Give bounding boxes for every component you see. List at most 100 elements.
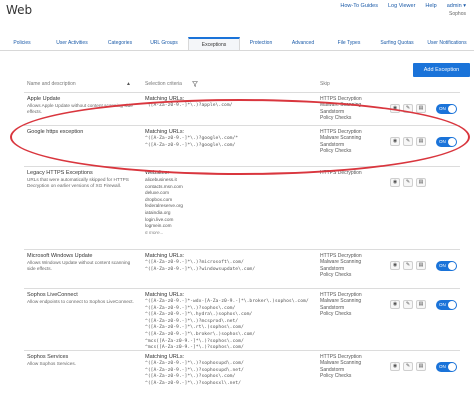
edit-icon[interactable]: ✎ xyxy=(403,104,413,113)
table-header: Name and description ▲ Selection criteri… xyxy=(0,80,474,90)
log-viewer-link[interactable]: Log Viewer xyxy=(388,3,415,9)
column-header-criteria: Selection criteria xyxy=(145,81,182,87)
criteria-list: ^([A-Za-z0-9.-]*\.)?apple\.com/ xyxy=(145,103,233,110)
enable-toggle[interactable]: ON xyxy=(436,104,457,114)
exception-description: Allow Sophos Services. xyxy=(27,361,76,366)
edit-icon[interactable]: ✎ xyxy=(403,178,413,187)
criteria-item: ^([A-Za-z0-9.-]*\.)?microsoft\.com/ xyxy=(145,260,244,265)
help-link[interactable]: Help xyxy=(425,3,436,9)
skip-item: Malware Scanning xyxy=(320,298,362,305)
delete-icon[interactable]: ▤ xyxy=(416,104,426,113)
view-icon[interactable]: ◉ xyxy=(390,362,400,371)
row-actions: ◉ ✎ ▤ xyxy=(390,178,426,187)
view-icon[interactable]: ◉ xyxy=(390,137,400,146)
criteria-heading: Matching URLs: xyxy=(145,96,185,102)
table-row: Google https exception Matching URLs: ^([A… xyxy=(24,125,460,166)
criteria-item: ^([A-Za-z0-9.-]*\.broker\.)sophos\.com/ xyxy=(145,331,256,337)
toggle-label: ON xyxy=(439,364,446,369)
exception-description: Allows Windows Update without content sc… xyxy=(27,260,131,271)
exception-name: Legacy HTTPS Exceptions xyxy=(27,170,93,176)
delete-icon[interactable]: ▤ xyxy=(416,137,426,146)
criteria-item: contacts.msn.com xyxy=(145,183,183,189)
criteria-item: ^([A-Za-z0-9.-]*\.rt\.)sophos\.com/ xyxy=(145,325,244,331)
tab-exceptions[interactable]: Exceptions xyxy=(188,37,240,50)
tab-user-activities[interactable]: User Activities xyxy=(44,37,100,50)
row-actions: ◉ ✎ ▤ xyxy=(390,300,426,309)
delete-icon[interactable]: ▤ xyxy=(416,362,426,371)
criteria-item: ^([A-Za-z0-9.-]*\.)?sophosxl\.net/ xyxy=(145,380,241,386)
skip-item: Policy Checks xyxy=(320,115,352,122)
skip-item: Policy Checks xyxy=(320,311,352,318)
skip-item: Malware Scanning xyxy=(320,360,362,367)
skip-list: HTTPS Decryption Malware Scanning Sandstor… xyxy=(320,129,362,155)
criteria-item: iataindia.org xyxy=(145,209,171,215)
edit-icon[interactable]: ✎ xyxy=(403,261,413,270)
delete-icon[interactable]: ▤ xyxy=(416,178,426,187)
exception-name: Microsoft Windows Update xyxy=(27,253,93,259)
skip-item: Malware Scanning xyxy=(320,102,362,109)
criteria-item: ^([A-Za-z0-9.-]*\.)?apple\.com/ xyxy=(145,103,233,108)
criteria-item: ^([A-Za-z0-9.-]*\.)?windowsupdate\.com/ xyxy=(145,266,256,272)
sort-arrow-icon[interactable]: ▲ xyxy=(126,81,131,87)
tab-policies[interactable]: Policies xyxy=(0,37,44,50)
tab-surfing-quotas[interactable]: Surfing Quotas xyxy=(374,37,420,50)
filter-icon[interactable] xyxy=(192,81,198,89)
view-icon[interactable]: ◉ xyxy=(390,300,400,309)
criteria-item: ^([A-Za-z0-9.-]*-wdx-[A-Za-z0-9.-]*\.bro… xyxy=(145,299,309,304)
skip-item: HTTPS Decryption xyxy=(320,170,362,176)
criteria-item: ^([A-Za-z0-9.-]*\.)?google\.com/ xyxy=(145,142,236,148)
row-actions: ◉ ✎ ▤ xyxy=(390,362,426,371)
tab-advanced[interactable]: Advanced xyxy=(282,37,324,50)
tab-protection[interactable]: Protection xyxy=(240,37,282,50)
delete-icon[interactable]: ▤ xyxy=(416,261,426,270)
toggle-label: ON xyxy=(439,106,446,111)
edit-icon[interactable]: ✎ xyxy=(403,362,413,371)
criteria-heading: Matching URLs: xyxy=(145,253,185,259)
tab-categories[interactable]: Categories xyxy=(100,37,140,50)
criteria-item: ^([A-Za-z0-9.-]*\.)?google\.com/* xyxy=(145,136,239,141)
top-links: How-To Guides Log Viewer Help admin ▾ xyxy=(340,3,466,9)
edit-icon[interactable]: ✎ xyxy=(403,137,413,146)
enable-toggle[interactable]: ON xyxy=(436,300,457,310)
table-row: Sophos LiveConnect Allow endpoints to con… xyxy=(24,288,460,350)
how-to-guides-link[interactable]: How-To Guides xyxy=(340,3,378,9)
view-icon[interactable]: ◉ xyxy=(390,104,400,113)
page-title: Web xyxy=(6,3,33,17)
criteria-item: dropbox.com xyxy=(145,196,173,202)
tab-bar: Policies User Activities Categories URL … xyxy=(0,37,474,51)
enable-toggle[interactable]: ON xyxy=(436,137,457,147)
criteria-item: deluxe.com xyxy=(145,190,169,196)
enable-toggle[interactable]: ON xyxy=(436,261,457,271)
column-header-skip: Skip xyxy=(320,81,330,87)
edit-icon[interactable]: ✎ xyxy=(403,300,413,309)
skip-item: Policy Checks xyxy=(320,373,352,380)
view-icon[interactable]: ◉ xyxy=(390,178,400,187)
criteria-list: ^([A-Za-z0-9.-]*\.)?sophosupd\.com/ ^([A-… xyxy=(145,361,244,387)
skip-list: HTTPS Decryption Malware Scanning Sandstor… xyxy=(320,354,362,380)
user-menu[interactable]: admin ▾ xyxy=(447,3,466,9)
add-exception-button[interactable]: Add Exception xyxy=(413,63,470,77)
criteria-item: federalreserve.org xyxy=(145,203,184,209)
criteria-list: ^([A-Za-z0-9.-]*\.)?google\.com/* ^([A-Za… xyxy=(145,136,238,149)
criteria-list: alicebusiness.it contacts.msn.com deluxe.c… xyxy=(145,177,183,236)
criteria-item: ^([A-Za-z0-9.-]*\.hydra\.)sophos\.com/ xyxy=(145,312,253,318)
exception-name: Sophos Services xyxy=(27,354,69,360)
skip-list: HTTPS Decryption xyxy=(320,170,362,176)
skip-item: Malware Scanning xyxy=(320,135,362,142)
more-link[interactable]: 6 more... xyxy=(145,230,183,237)
enable-toggle[interactable]: ON xyxy=(436,362,457,372)
skip-item: Malware Scanning xyxy=(320,259,362,266)
criteria-heading: Matching URLs: xyxy=(145,354,185,360)
column-header-name[interactable]: Name and description xyxy=(27,81,76,87)
view-icon[interactable]: ◉ xyxy=(390,261,400,270)
skip-item: Policy Checks xyxy=(320,272,352,279)
tab-file-types[interactable]: File Types xyxy=(324,37,374,50)
table-row: Sophos Services Allow Sophos Services. Mat… xyxy=(24,350,460,395)
exception-name: Sophos LiveConnect xyxy=(27,292,78,298)
tab-user-notifications[interactable]: User Notifications xyxy=(420,37,474,50)
criteria-item: ^([A-Za-z0-9.-]*\.)?sophosupd\.com/ xyxy=(145,361,244,366)
criteria-item: ^([A-Za-z0-9.-]*\.)?sophos\.com/ xyxy=(145,374,236,380)
criteria-heading: Websites: xyxy=(145,170,170,176)
delete-icon[interactable]: ▤ xyxy=(416,300,426,309)
tab-url-groups[interactable]: URL Groups xyxy=(140,37,188,50)
